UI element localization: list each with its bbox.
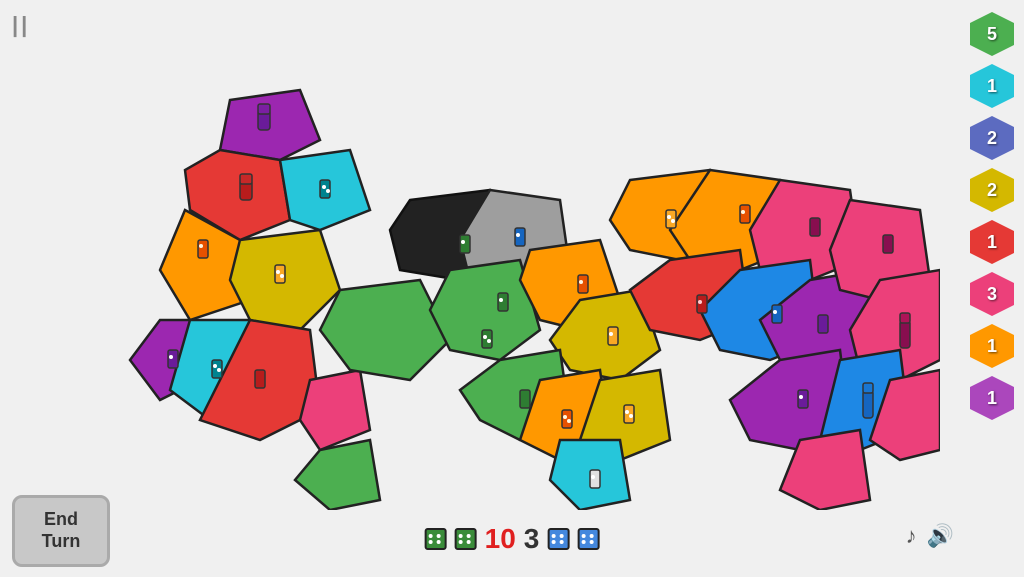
sidebar-item-0[interactable]: 5 — [968, 10, 1016, 58]
sidebar-item-2[interactable]: 2 — [968, 114, 1016, 162]
game-board — [100, 80, 940, 510]
sidebar-item-7[interactable]: 1 — [968, 374, 1016, 422]
green-dice-1 — [425, 528, 447, 550]
board-svg — [100, 80, 940, 510]
sidebar: 5 1 2 2 1 3 1 1 — [968, 10, 1016, 422]
sidebar-item-1[interactable]: 1 — [968, 62, 1016, 110]
pause-button[interactable]: || — [12, 12, 30, 38]
sound-controls: ♪ 🔊 — [906, 523, 954, 549]
status-bar: 10 3 — [425, 523, 600, 555]
score-black: 3 — [524, 523, 540, 555]
blue-dice-2 — [577, 528, 599, 550]
sidebar-item-3[interactable]: 2 — [968, 166, 1016, 214]
music-button[interactable]: ♪ — [906, 523, 917, 549]
end-turn-label: EndTurn — [42, 509, 81, 552]
blue-dice-1 — [547, 528, 569, 550]
sidebar-item-6[interactable]: 1 — [968, 322, 1016, 370]
end-turn-button[interactable]: EndTurn — [12, 495, 110, 567]
pause-icon: || — [12, 12, 30, 37]
green-dice-2 — [455, 528, 477, 550]
score-red: 10 — [485, 523, 516, 555]
sidebar-item-5[interactable]: 3 — [968, 270, 1016, 318]
volume-button[interactable]: 🔊 — [927, 523, 954, 549]
sidebar-item-4[interactable]: 1 — [968, 218, 1016, 266]
